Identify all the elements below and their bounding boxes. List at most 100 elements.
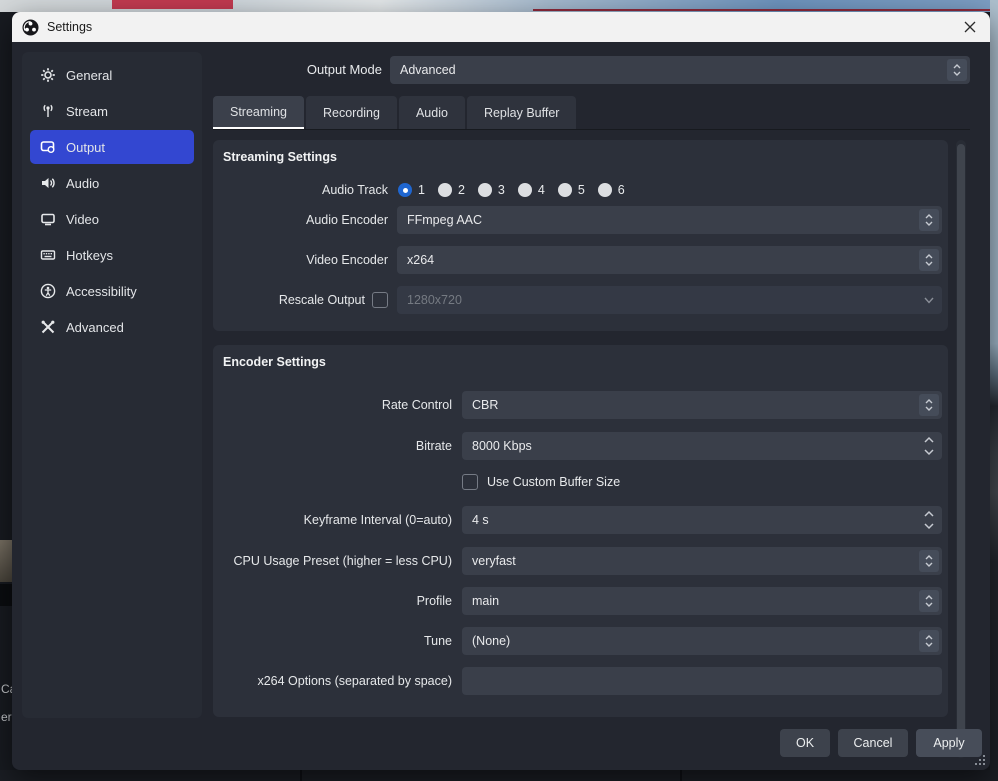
sidebar-item-label: Hotkeys	[66, 248, 113, 263]
custom-buffer-label[interactable]: Use Custom Buffer Size	[487, 473, 620, 491]
output-mode-select[interactable]: Advanced	[390, 56, 970, 84]
video-icon	[40, 211, 56, 227]
keyframe-interval-label: Keyframe Interval (0=auto)	[213, 506, 452, 534]
desktop-red-line	[533, 9, 990, 11]
chevron-down-icon	[924, 286, 934, 314]
apply-button[interactable]: Apply	[916, 729, 982, 757]
tab-streaming[interactable]: Streaming	[213, 96, 304, 129]
desktop-left-video-sliver	[0, 540, 12, 582]
stepper-arrows-icon[interactable]	[924, 506, 934, 534]
obs-main-window-bottom-strip	[0, 770, 998, 781]
advanced-icon	[40, 319, 56, 335]
cancel-button[interactable]: Cancel	[838, 729, 908, 757]
audio-track-3[interactable]: 3	[478, 183, 505, 197]
spinner-arrows-icon[interactable]	[919, 394, 939, 416]
window-title: Settings	[47, 20, 92, 34]
gear-icon	[40, 67, 56, 83]
sidebar-item-video[interactable]: Video	[30, 202, 194, 236]
sidebar-item-stream[interactable]: Stream	[30, 94, 194, 128]
keyframe-interval-spinbox[interactable]: 4 s	[462, 506, 942, 534]
content-scrollbar-thumb[interactable]	[957, 144, 965, 750]
sidebar-item-accessibility[interactable]: Accessibility	[30, 274, 194, 308]
tune-label: Tune	[213, 627, 452, 655]
sidebar-item-audio[interactable]: Audio	[30, 166, 194, 200]
content-scrollbar-track[interactable]	[956, 140, 966, 758]
bitrate-label: Bitrate	[213, 432, 452, 460]
desktop-left-dark-sliver	[0, 584, 12, 606]
spinner-arrows-icon[interactable]	[919, 249, 939, 271]
output-tabs: Streaming Recording Audio Replay Buffer	[213, 96, 576, 129]
audio-track-1[interactable]: 1	[398, 183, 425, 197]
radio-icon[interactable]	[558, 183, 572, 197]
sidebar-item-label: Video	[66, 212, 99, 227]
output-mode-value: Advanced	[400, 63, 456, 77]
audio-track-label: Audio Track	[213, 176, 388, 204]
obs-logo-icon	[22, 19, 39, 36]
video-encoder-select[interactable]: x264	[397, 246, 942, 274]
sidebar-item-label: General	[66, 68, 112, 83]
rescale-output-checkbox[interactable]	[372, 292, 388, 308]
radio-icon[interactable]	[598, 183, 612, 197]
spinner-arrows-icon[interactable]	[947, 59, 967, 81]
sidebar-item-label: Output	[66, 140, 105, 155]
output-mode-label: Output Mode	[252, 56, 382, 84]
resize-grip[interactable]	[975, 755, 985, 765]
audio-track-radio-group: 1 2 3 4 5 6	[398, 180, 625, 200]
profile-label: Profile	[213, 587, 452, 615]
encoder-settings-title: Encoder Settings	[223, 355, 326, 369]
close-button[interactable]	[950, 12, 990, 42]
accessibility-icon	[40, 283, 56, 299]
spinner-arrows-icon[interactable]	[919, 590, 939, 612]
audio-encoder-select[interactable]: FFmpeg AAC	[397, 206, 942, 234]
sidebar-item-label: Stream	[66, 104, 108, 119]
spinner-arrows-icon[interactable]	[919, 550, 939, 572]
x264-options-label: x264 Options (separated by space)	[213, 667, 452, 695]
radio-icon[interactable]	[518, 183, 532, 197]
tab-audio[interactable]: Audio	[399, 96, 465, 129]
ok-button[interactable]: OK	[780, 729, 830, 757]
settings-nav-sidebar: General Stream Output Audio	[22, 52, 202, 718]
desktop-right-strip	[990, 0, 998, 781]
rate-control-select[interactable]: CBR	[462, 391, 942, 419]
tab-recording[interactable]: Recording	[306, 96, 397, 129]
encoder-settings-panel: Encoder Settings Rate Control CBR Bitrat…	[213, 345, 948, 717]
sidebar-item-label: Advanced	[66, 320, 124, 335]
radio-icon[interactable]	[438, 183, 452, 197]
desktop-red-bar	[112, 0, 233, 9]
x264-options-input[interactable]	[462, 667, 942, 695]
stepper-arrows-icon[interactable]	[924, 432, 934, 460]
tune-select[interactable]: (None)	[462, 627, 942, 655]
profile-select[interactable]: main	[462, 587, 942, 615]
audio-track-6[interactable]: 6	[598, 183, 625, 197]
sidebar-item-hotkeys[interactable]: Hotkeys	[30, 238, 194, 272]
audio-track-5[interactable]: 5	[558, 183, 585, 197]
dock-divider	[680, 770, 682, 781]
close-icon	[964, 21, 976, 33]
desktop-left-strip	[0, 12, 12, 770]
bitrate-spinbox[interactable]: 8000 Kbps	[462, 432, 942, 460]
sidebar-item-label: Audio	[66, 176, 99, 191]
stream-icon	[40, 103, 56, 119]
sidebar-item-advanced[interactable]: Advanced	[30, 310, 194, 344]
custom-buffer-checkbox[interactable]	[462, 474, 478, 490]
audio-track-4[interactable]: 4	[518, 183, 545, 197]
streaming-settings-title: Streaming Settings	[223, 150, 337, 164]
spinner-arrows-icon[interactable]	[919, 209, 939, 231]
spinner-arrows-icon[interactable]	[919, 630, 939, 652]
cpu-preset-label: CPU Usage Preset (higher = less CPU)	[213, 547, 452, 575]
sidebar-item-general[interactable]: General	[30, 58, 194, 92]
sidebar-item-output[interactable]: Output	[30, 130, 194, 164]
audio-encoder-label: Audio Encoder	[213, 206, 388, 234]
audio-icon	[40, 175, 56, 191]
screen: Ca er Settings	[0, 0, 998, 781]
audio-track-2[interactable]: 2	[438, 183, 465, 197]
rescale-output-label: Rescale Output	[213, 286, 365, 314]
tab-replay-buffer[interactable]: Replay Buffer	[467, 96, 577, 129]
output-icon	[40, 139, 56, 155]
radio-icon[interactable]	[478, 183, 492, 197]
sidebar-item-label: Accessibility	[66, 284, 137, 299]
streaming-settings-panel: Streaming Settings Audio Track 1 2 3 4 5…	[213, 140, 948, 331]
rate-control-label: Rate Control	[213, 391, 452, 419]
cpu-preset-select[interactable]: veryfast	[462, 547, 942, 575]
radio-checked-icon[interactable]	[398, 183, 412, 197]
